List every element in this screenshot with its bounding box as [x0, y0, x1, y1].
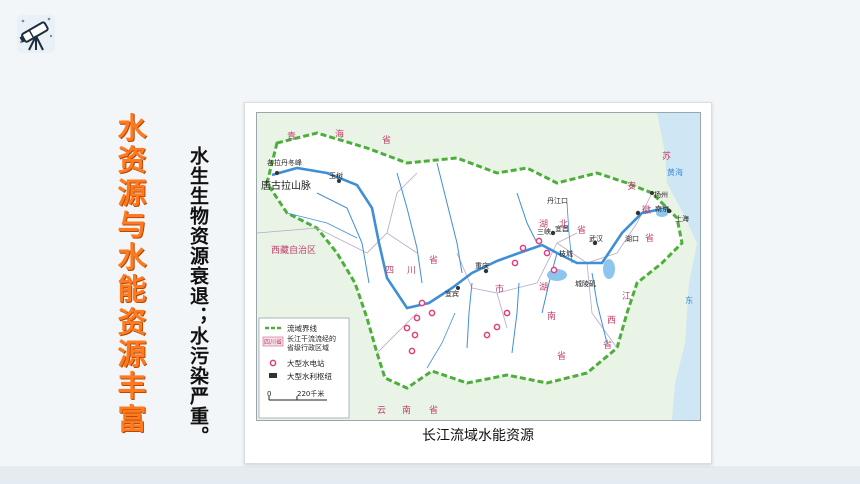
yangtze-map: 青 海 省 四 川 省 市 云 南 省 湖 北 省 湖 南 省 江 西 省 安	[256, 112, 701, 421]
map-label: 黄海	[667, 167, 683, 177]
map-label: 安	[627, 180, 636, 192]
title-char: 水	[117, 111, 147, 145]
hydro-station	[403, 324, 411, 332]
map-label: 青	[287, 130, 296, 142]
map-label: 玉树	[329, 171, 343, 180]
hydro-station	[519, 244, 527, 252]
hydro-station	[418, 299, 426, 307]
legend-label: 220千米	[297, 389, 324, 398]
hydro-station	[511, 259, 519, 267]
map-label: 省	[429, 404, 438, 416]
title-char: 源	[117, 337, 147, 372]
hydro-station	[550, 266, 558, 274]
map-label: 南	[402, 404, 411, 416]
map-label: 省	[645, 232, 654, 244]
map-label: 省	[557, 350, 566, 362]
hydro-station	[413, 314, 421, 322]
map-label: 武汉	[589, 234, 603, 243]
map-label: 宜宾	[445, 289, 459, 298]
legend-label: 省级行政区域	[287, 343, 329, 352]
title-char: 资	[117, 143, 147, 178]
map-label: 海	[335, 128, 344, 140]
map-label: 重庆	[475, 261, 489, 270]
map-label: 云	[377, 406, 386, 416]
map-label: 枝城	[559, 249, 573, 258]
title-char: 丰	[117, 369, 147, 404]
map-label: 湖	[539, 282, 548, 293]
map-label: 苏	[662, 150, 671, 162]
map-label: 丹江口	[547, 197, 568, 205]
hydro-station	[503, 309, 511, 317]
bottom-band	[0, 466, 860, 484]
map-label: 西藏自治区	[271, 244, 316, 256]
map-label: 西	[607, 315, 616, 326]
legend-label: 流域界线	[287, 323, 317, 333]
title-char: 能	[117, 272, 147, 307]
map-label: 唐古拉山脉	[261, 179, 311, 192]
slide-title: 水 资 源 与 水 能 资 源 丰 富	[112, 112, 152, 435]
map-label: 东	[685, 295, 693, 305]
map-label: 南京	[655, 204, 669, 213]
map-label: 宜昌	[555, 224, 569, 233]
legend-hub-symbol	[269, 373, 277, 378]
telescope-icon	[17, 15, 55, 53]
map-card: 青 海 省 四 川 省 市 云 南 省 湖 北 省 湖 南 省 江 西 省 安	[244, 102, 712, 464]
title-char: 与	[117, 207, 147, 242]
hydro-station	[493, 323, 501, 331]
map-label: 三峡	[537, 227, 551, 236]
hydro-station	[535, 237, 543, 245]
poyang-lake	[603, 259, 615, 279]
legend-label: 大型水电站	[287, 358, 325, 368]
city-dot	[635, 210, 641, 216]
hydro-station	[543, 249, 551, 257]
title-char: 源	[117, 175, 147, 210]
map-label: 省	[603, 339, 612, 351]
map-label: 各拉丹冬峰	[267, 158, 302, 167]
map-legend: 流域界线 四川省 长江干流流经的 省级行政区域 大型水电站 大型水利枢纽 0 2…	[258, 317, 350, 419]
legend-label: 大型水利枢纽	[287, 371, 332, 381]
map-label: 徽	[642, 204, 651, 216]
map-label: 省	[577, 224, 586, 236]
title-char: 资	[117, 304, 147, 339]
map-label: 扬州	[654, 190, 668, 199]
title-char: 水	[117, 240, 147, 275]
hydro-station	[408, 347, 416, 355]
hydro-station	[411, 331, 419, 339]
map-label: 南	[547, 310, 556, 322]
title-char: 富	[117, 401, 147, 436]
map-caption: 长江流域水能资源	[422, 428, 534, 444]
map-label: 城陵矶	[575, 279, 596, 288]
map-label: 省	[429, 254, 438, 266]
map-label: 湖口	[625, 234, 639, 243]
map-label: 江	[622, 291, 631, 302]
slide-subtitle: 水生生物资源衰退；水污染严重。	[187, 146, 209, 446]
legend-label: 0	[267, 390, 271, 398]
city-dot	[275, 171, 279, 175]
map-label: 四	[385, 266, 394, 276]
legend-label: 长江干流流经的	[287, 334, 336, 343]
map-label: 上海	[675, 214, 689, 223]
legend-label: 四川省	[264, 338, 282, 346]
map-label: 省	[382, 134, 391, 146]
legend-hydro-symbol	[269, 359, 277, 367]
map-label: 川	[407, 266, 416, 276]
hydro-station	[428, 309, 436, 317]
hydro-station	[483, 331, 491, 339]
map-label: 市	[495, 283, 504, 295]
